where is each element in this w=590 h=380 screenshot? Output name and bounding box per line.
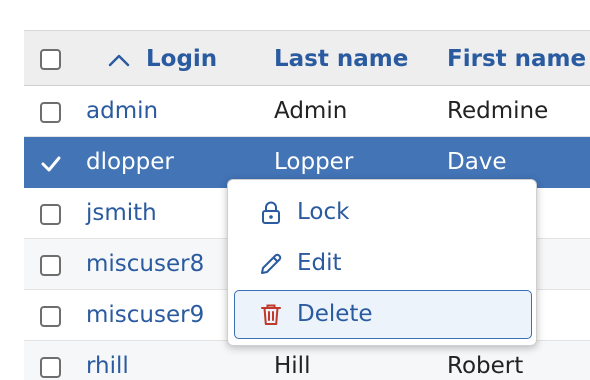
context-menu-item-label: Lock xyxy=(297,199,350,225)
last-name-cell: Hill xyxy=(274,353,311,379)
row-checkbox-checked[interactable] xyxy=(40,153,61,174)
login-link[interactable]: admin xyxy=(86,86,158,137)
login-link[interactable]: jsmith xyxy=(86,188,157,239)
row-checkbox[interactable] xyxy=(40,102,61,123)
first-name-cell: Redmine xyxy=(447,98,549,124)
column-header-login-label: Login xyxy=(146,46,218,72)
row-checkbox[interactable] xyxy=(40,306,61,327)
login-link[interactable]: dlopper xyxy=(86,137,174,188)
login-link[interactable]: miscuser8 xyxy=(86,239,204,290)
table-row[interactable]: admin Admin Redmine xyxy=(24,86,590,137)
table-header: Login Last name First name xyxy=(24,30,590,86)
context-menu-item-lock[interactable]: Lock xyxy=(234,188,532,237)
row-checkbox[interactable] xyxy=(40,357,61,378)
lock-icon xyxy=(258,200,284,226)
context-menu-item-label: Edit xyxy=(297,250,342,276)
column-header-first-name[interactable]: First name xyxy=(447,31,586,87)
trash-icon xyxy=(258,301,284,327)
last-name-cell: Admin xyxy=(274,98,348,124)
column-header-login[interactable]: Login xyxy=(108,31,217,88)
context-menu-item-label: Delete xyxy=(297,301,373,327)
first-name-cell: Robert xyxy=(447,353,524,379)
context-menu-item-edit[interactable]: Edit xyxy=(234,239,532,288)
table-row[interactable]: rhill Hill Robert xyxy=(24,341,590,380)
context-menu: Lock Edit Delete xyxy=(227,179,537,346)
pencil-icon xyxy=(258,251,284,277)
chevron-up-icon xyxy=(108,32,130,88)
select-all-checkbox[interactable] xyxy=(40,49,61,70)
context-menu-item-delete[interactable]: Delete xyxy=(234,290,532,339)
row-checkbox[interactable] xyxy=(40,204,61,225)
row-checkbox[interactable] xyxy=(40,255,61,276)
column-header-last-name[interactable]: Last name xyxy=(274,31,408,87)
login-link[interactable]: miscuser9 xyxy=(86,290,204,341)
login-link[interactable]: rhill xyxy=(86,341,129,380)
